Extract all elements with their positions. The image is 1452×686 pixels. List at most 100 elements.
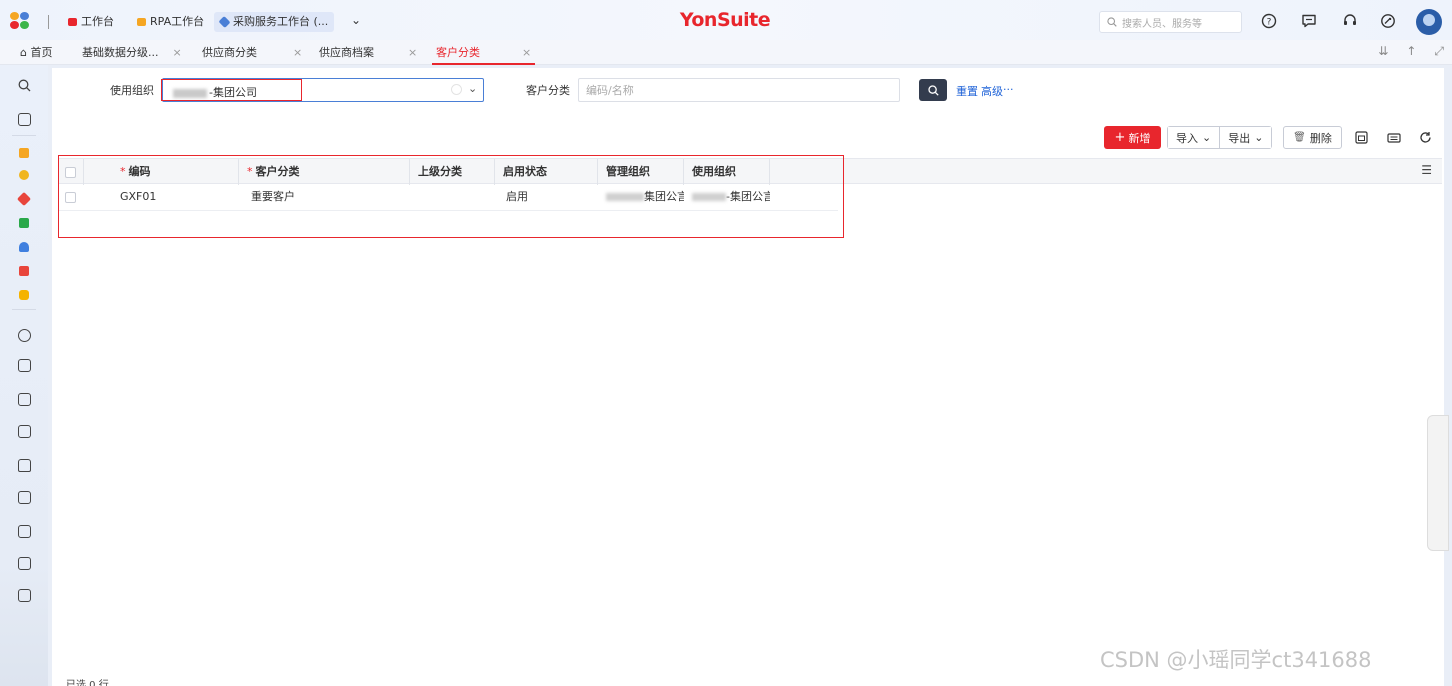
more-link[interactable]: ··· xyxy=(1003,83,1014,96)
collapse-icon[interactable]: ⇊ xyxy=(1378,44,1388,59)
rail-app-pink-icon[interactable] xyxy=(16,263,32,279)
reset-link[interactable]: 重置 xyxy=(956,83,978,99)
tab-basic-data[interactable]: 基础数据分级... × xyxy=(82,40,182,65)
workbench-icon xyxy=(68,18,77,26)
settings-icon[interactable] xyxy=(1378,11,1398,31)
column-title: 上级分类 xyxy=(418,165,462,178)
new-button[interactable]: + 新增 xyxy=(1104,126,1161,149)
rail-divider xyxy=(12,309,36,310)
message-icon[interactable] xyxy=(1299,11,1319,31)
column-title: 管理组织 xyxy=(606,165,650,178)
keyboard-icon[interactable] xyxy=(1385,128,1403,146)
top-bar: 工作台 RPA工作台 采购服务工作台 (... ⌄ YonSuite 搜索人员、… xyxy=(0,0,1452,44)
export-button[interactable]: 导出 ⌄ xyxy=(1219,127,1272,148)
tab-supplier-class[interactable]: 供应商分类 × xyxy=(202,40,302,65)
rail-app-yellow-icon[interactable] xyxy=(16,167,32,183)
fullscreen-icon[interactable]: ⤢ xyxy=(1434,44,1444,59)
tab-label: 客户分类 xyxy=(436,46,480,59)
rail-box-icon[interactable] xyxy=(16,391,32,407)
help-icon[interactable]: ? xyxy=(1259,11,1279,31)
rail-file-icon[interactable] xyxy=(16,489,32,505)
rail-app-red-icon[interactable] xyxy=(16,191,32,207)
workspace-tab-rpa[interactable]: RPA工作台 xyxy=(137,12,204,32)
upload-icon[interactable]: ↑ xyxy=(1406,44,1416,59)
cell-code: GXF01 xyxy=(120,190,157,203)
rail-app-blue-icon[interactable] xyxy=(16,239,32,255)
org-filter-label: 使用组织 xyxy=(110,84,154,97)
close-icon[interactable]: × xyxy=(173,46,182,59)
rail-store-icon[interactable] xyxy=(16,523,32,539)
close-icon[interactable]: × xyxy=(408,46,417,59)
workspace-tab-label: 采购服务工作台 (... xyxy=(233,15,329,28)
cell-use-org: -集团公言 xyxy=(684,184,770,210)
rail-monitor-icon[interactable] xyxy=(16,555,32,571)
column-settings-icon[interactable]: ☰ xyxy=(1421,163,1432,177)
required-mark: * xyxy=(247,165,253,178)
tab-customer-class[interactable]: 客户分类 × xyxy=(431,40,536,65)
watermark: CSDN @小瑶同学ct341688 xyxy=(1100,648,1372,672)
global-search[interactable]: 搜索人员、服务等 xyxy=(1099,11,1242,33)
select-all-checkbox[interactable] xyxy=(65,167,76,178)
column-header-customer-class[interactable]: * 客户分类 xyxy=(239,159,410,185)
search-icon xyxy=(927,84,939,96)
column-header-parent-class[interactable]: 上级分类 xyxy=(410,159,495,185)
rail-app-orange-icon[interactable] xyxy=(16,145,32,161)
workspace-tab-workbench[interactable]: 工作台 xyxy=(68,12,114,32)
chevron-down-icon: ⌄ xyxy=(1202,131,1212,144)
cell-mgmt-org: 集团公言 xyxy=(598,184,684,210)
advanced-link[interactable]: 高级 xyxy=(981,83,1003,99)
rail-clipboard-icon[interactable] xyxy=(16,423,32,439)
rail-report-icon[interactable] xyxy=(16,587,32,603)
tab-supplier-archive[interactable]: 供应商档案 × xyxy=(319,40,417,65)
org-select[interactable]: -集团公司 ⌄ xyxy=(162,78,484,102)
chevron-down-icon[interactable]: ⌄ xyxy=(468,82,477,95)
plus-icon: + xyxy=(1114,130,1126,145)
user-avatar[interactable] xyxy=(1416,9,1442,35)
rail-home-icon[interactable] xyxy=(16,457,32,473)
row-select-cell xyxy=(58,184,84,210)
tab-home[interactable]: ⌂ 首页 xyxy=(20,40,52,65)
refresh-icon[interactable] xyxy=(1416,128,1434,146)
rail-search-icon[interactable] xyxy=(16,77,32,93)
customer-service-icon[interactable] xyxy=(1340,11,1360,31)
column-header-use-org[interactable]: 使用组织 xyxy=(684,159,770,185)
close-icon[interactable]: × xyxy=(522,46,531,59)
divider xyxy=(48,15,49,29)
workspace-tab-purchase[interactable]: 采购服务工作台 (... xyxy=(214,12,335,32)
tabs-tools: ⇊ ↑ ⤢ xyxy=(1378,44,1444,59)
mgmt-org-text: 集团公言 xyxy=(644,190,684,203)
workspace-tab-label: RPA工作台 xyxy=(150,15,205,28)
search-button[interactable] xyxy=(919,79,947,101)
rail-people-icon[interactable] xyxy=(16,327,32,343)
column-title: 使用组织 xyxy=(692,165,736,178)
column-header-status[interactable]: 启用状态 xyxy=(495,159,598,185)
rail-app-green-icon[interactable] xyxy=(16,215,32,231)
clear-icon[interactable] xyxy=(451,84,462,95)
trash-icon: 🗑 xyxy=(1293,132,1306,143)
floating-assistant-widget[interactable] xyxy=(1427,415,1449,551)
row-checkbox[interactable] xyxy=(65,192,76,203)
print-template-icon[interactable] xyxy=(1352,128,1370,146)
delete-button[interactable]: 🗑 删除 xyxy=(1283,126,1342,149)
class-search-input[interactable] xyxy=(578,78,900,102)
table-row[interactable]: GXF01 重要客户 启用 集团公言 -集团公言 xyxy=(58,184,838,211)
workspace-more-chevron-down-icon[interactable]: ⌄ xyxy=(351,13,361,27)
org-select-value: -集团公司 xyxy=(173,84,257,100)
home-icon: ⌂ xyxy=(20,46,27,59)
rail-folder-icon[interactable] xyxy=(16,357,32,373)
rail-app-star-icon[interactable] xyxy=(16,287,32,303)
import-button[interactable]: 导入 ⌄ xyxy=(1168,127,1220,148)
redacted-text xyxy=(606,193,644,201)
workspace-tab-label: 工作台 xyxy=(81,15,114,28)
select-all-cell xyxy=(58,159,84,185)
column-header-code[interactable]: * 编码 xyxy=(84,159,239,185)
column-header-mgmt-org[interactable]: 管理组织 xyxy=(598,159,684,185)
rail-app-icon[interactable] xyxy=(16,111,32,127)
redacted-text xyxy=(692,193,726,201)
use-org-text: -集团公言 xyxy=(726,190,770,203)
required-mark: * xyxy=(120,165,126,178)
export-label: 导出 xyxy=(1228,131,1251,145)
app-grid-logo-icon[interactable] xyxy=(10,12,30,30)
close-icon[interactable]: × xyxy=(293,46,302,59)
selection-count: 已选 0 行 xyxy=(66,680,109,686)
